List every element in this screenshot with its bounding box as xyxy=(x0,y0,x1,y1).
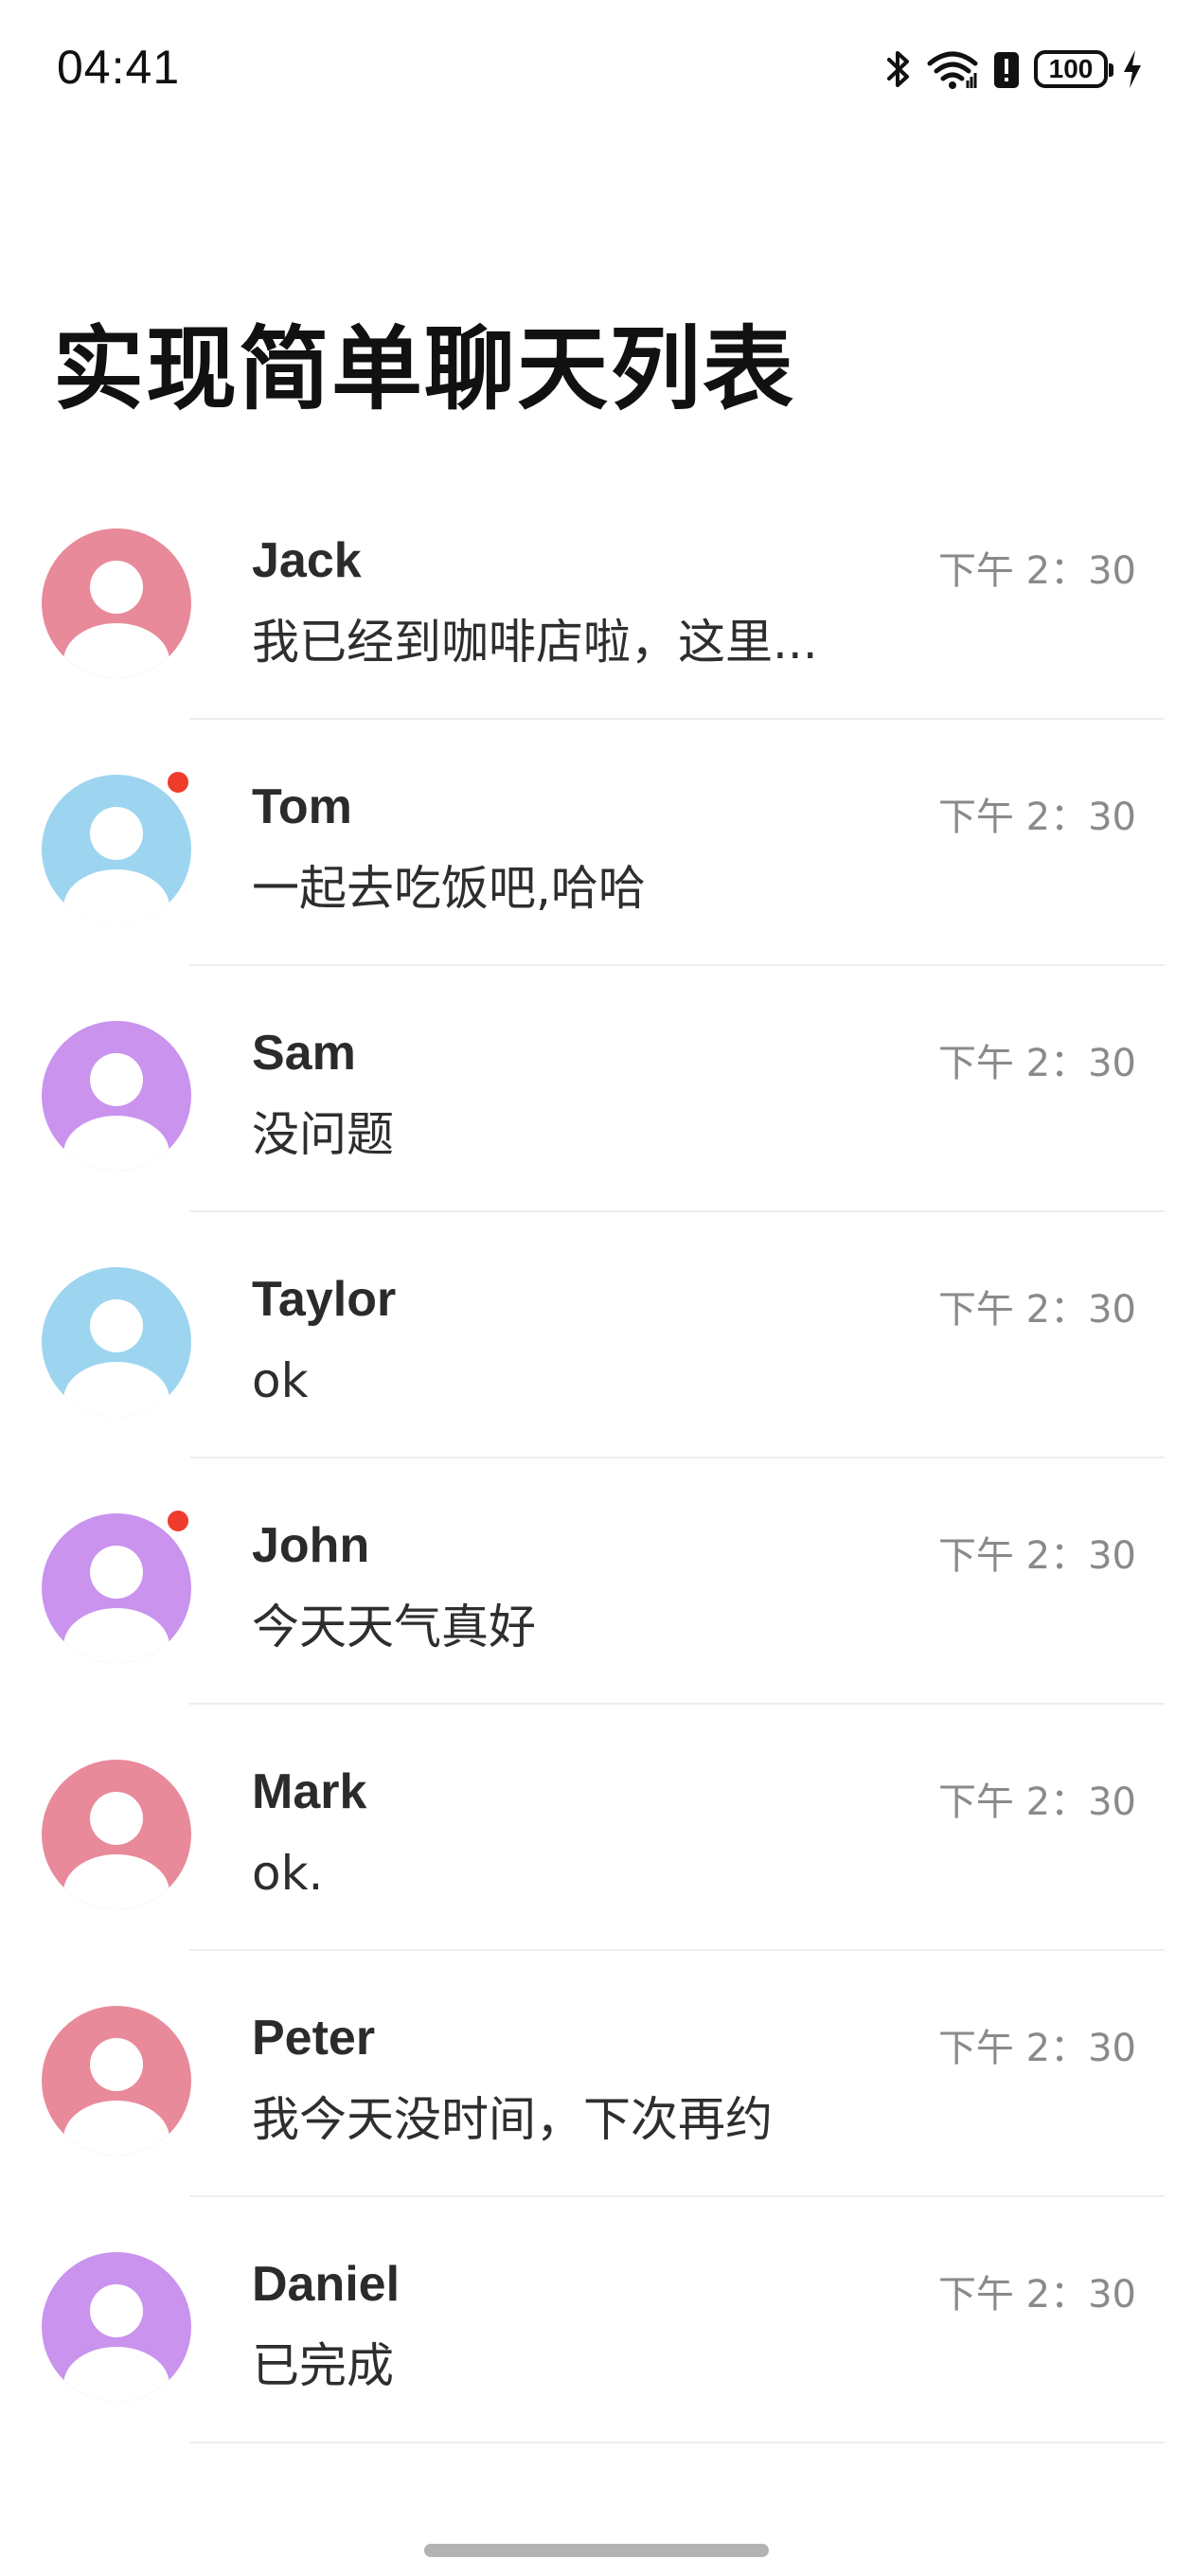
avatar xyxy=(42,1760,191,1909)
chat-time: 下午 2：30 xyxy=(937,2273,1136,2317)
divider xyxy=(189,2442,1165,2443)
avatar xyxy=(42,1267,191,1417)
status-bar: 04:41 100 xyxy=(0,0,1193,133)
page-title: 实现简单聊天列表 xyxy=(53,316,795,422)
chat-list-item[interactable]: Taylor ok 下午 2：30 xyxy=(0,1212,1193,1458)
chat-name: Tom xyxy=(252,779,352,834)
battery-icon: 100 xyxy=(1034,50,1113,88)
home-indicator[interactable] xyxy=(424,2544,769,2557)
chat-time: 下午 2：30 xyxy=(937,549,1136,593)
chat-time: 下午 2：30 xyxy=(937,1042,1136,1085)
user-icon xyxy=(63,1053,169,1171)
user-icon xyxy=(63,1546,169,1663)
chat-time: 下午 2：30 xyxy=(937,1288,1136,1332)
chat-list-item[interactable]: Daniel 已完成 下午 2：30 xyxy=(0,2197,1193,2443)
chat-list-item[interactable]: Mark ok. 下午 2：30 xyxy=(0,1705,1193,1951)
chat-name: Mark xyxy=(252,1764,367,1819)
avatar xyxy=(42,2252,191,2402)
avatar xyxy=(42,528,191,678)
chat-message-preview: 我今天没时间，下次再约 xyxy=(252,2092,773,2147)
chat-list-item[interactable]: Peter 我今天没时间，下次再约 下午 2：30 xyxy=(0,1951,1193,2197)
avatar xyxy=(42,1021,191,1171)
bluetooth-icon xyxy=(884,48,913,90)
chat-list-item[interactable]: Jack 我已经到咖啡店啦，这里... 下午 2：30 xyxy=(0,474,1193,720)
avatar xyxy=(42,1513,191,1663)
user-icon xyxy=(63,1299,169,1417)
chat-message-preview: 我已经到咖啡店啦，这里... xyxy=(252,615,818,670)
chat-name: Sam xyxy=(252,1026,356,1081)
wifi-icon xyxy=(926,48,979,90)
user-icon xyxy=(63,1792,169,1909)
status-time: 04:41 xyxy=(57,41,181,94)
status-icons: 100 xyxy=(884,45,1144,93)
user-icon xyxy=(63,807,169,924)
chat-name: Taylor xyxy=(252,1272,397,1327)
chat-message-preview: ok. xyxy=(252,1846,324,1901)
battery-alert-icon xyxy=(992,48,1021,90)
chat-message-preview: ok xyxy=(252,1353,309,1408)
chat-time: 下午 2：30 xyxy=(937,796,1136,839)
chat-name: Daniel xyxy=(252,2257,401,2312)
chat-name: Jack xyxy=(252,533,362,588)
chat-time: 下午 2：30 xyxy=(937,1534,1136,1578)
chat-message-preview: 一起去吃饭吧,哈哈 xyxy=(252,861,646,916)
chat-name: Peter xyxy=(252,2011,376,2066)
user-icon xyxy=(63,561,169,678)
user-icon xyxy=(63,2038,169,2156)
chat-list-item[interactable]: Sam 没问题 下午 2：30 xyxy=(0,966,1193,1212)
chat-list: Jack 我已经到咖啡店啦，这里... 下午 2：30 Tom 一起去吃饭吧,哈哈 下午 … xyxy=(0,474,1193,2443)
unread-dot xyxy=(165,769,191,796)
unread-dot xyxy=(165,1508,191,1534)
chat-message-preview: 已完成 xyxy=(252,2338,394,2393)
chat-name: John xyxy=(252,1518,370,1573)
avatar xyxy=(42,2006,191,2156)
user-icon xyxy=(63,2284,169,2402)
chat-time: 下午 2：30 xyxy=(937,1780,1136,1824)
chat-message-preview: 没问题 xyxy=(252,1107,394,1162)
chat-message-preview: 今天天气真好 xyxy=(252,1600,536,1655)
chat-time: 下午 2：30 xyxy=(937,2027,1136,2070)
chat-list-item[interactable]: John 今天天气真好 下午 2：30 xyxy=(0,1458,1193,1705)
avatar xyxy=(42,775,191,924)
chat-list-item[interactable]: Tom 一起去吃饭吧,哈哈 下午 2：30 xyxy=(0,720,1193,966)
charging-icon xyxy=(1121,48,1144,90)
